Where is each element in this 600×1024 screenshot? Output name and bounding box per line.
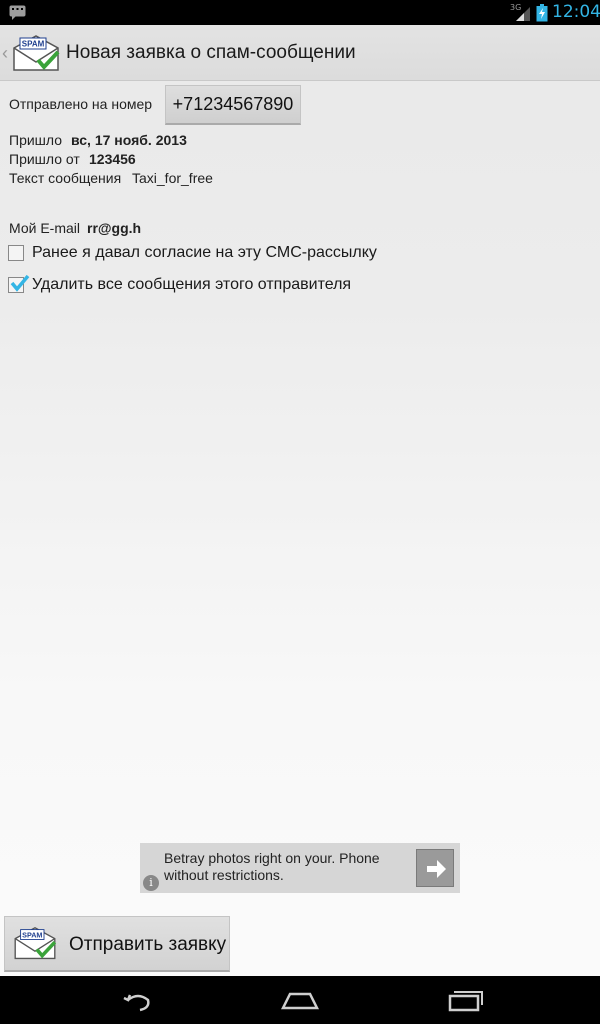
ad-text[interactable]: Betray photos right on your. Phone witho… <box>164 850 414 884</box>
send-request-label: Отправить заявку <box>69 934 227 955</box>
notification-message-icon <box>9 5 26 20</box>
ad-banner[interactable]: Betray photos right on your. Phone witho… <box>140 843 460 893</box>
recent-apps-icon[interactable] <box>444 986 484 1014</box>
consent-label[interactable]: Ранее я давал согласие на эту СМС-рассыл… <box>32 244 377 262</box>
ad-info-icon[interactable]: i <box>143 875 159 891</box>
delete-all-label[interactable]: Удалить все сообщения этого отправителя <box>32 276 351 294</box>
action-bar: ‹ SPAM Новая заявка о спам-сообщении <box>0 25 600 81</box>
up-navigation-icon[interactable]: ‹ <box>2 43 8 64</box>
home-icon[interactable] <box>280 986 320 1014</box>
signal-icon: 3G <box>510 3 532 22</box>
message-label: Текст сообщения <box>9 170 122 186</box>
arrived-label: Пришло <box>9 132 63 148</box>
checkmark-icon <box>10 274 30 292</box>
spam-app-icon: SPAM <box>14 927 57 960</box>
consent-checkbox[interactable] <box>8 245 24 261</box>
message-value: Taxi_for_free <box>132 170 213 186</box>
svg-text:SPAM: SPAM <box>22 40 45 49</box>
page-title: Новая заявка о спам-сообщении <box>66 42 356 63</box>
send-request-button[interactable]: SPAM Отправить заявку <box>4 916 230 972</box>
clock: 12:04 <box>552 2 600 22</box>
back-icon[interactable] <box>118 986 158 1014</box>
status-bar: 3G 12:04 <box>0 0 600 25</box>
sent-to-label: Отправлено на номер <box>9 96 153 112</box>
from-label: Пришло от <box>9 151 80 167</box>
battery-charging-icon <box>536 4 548 22</box>
email-value[interactable]: rr@gg.h <box>87 220 141 236</box>
arrived-date: вс, 17 нояб. 2013 <box>71 132 187 148</box>
spam-app-icon[interactable]: SPAM <box>12 34 60 74</box>
svg-text:SPAM: SPAM <box>22 930 42 939</box>
phone-number-button[interactable]: +71234567890 <box>165 85 301 125</box>
delete-all-checkbox[interactable] <box>8 274 30 293</box>
ad-arrow-button[interactable] <box>416 849 454 887</box>
email-label: Мой E-mail <box>9 220 80 236</box>
navigation-bar <box>0 976 600 1024</box>
arrow-right-icon <box>427 860 446 878</box>
from-value: 123456 <box>89 151 136 167</box>
